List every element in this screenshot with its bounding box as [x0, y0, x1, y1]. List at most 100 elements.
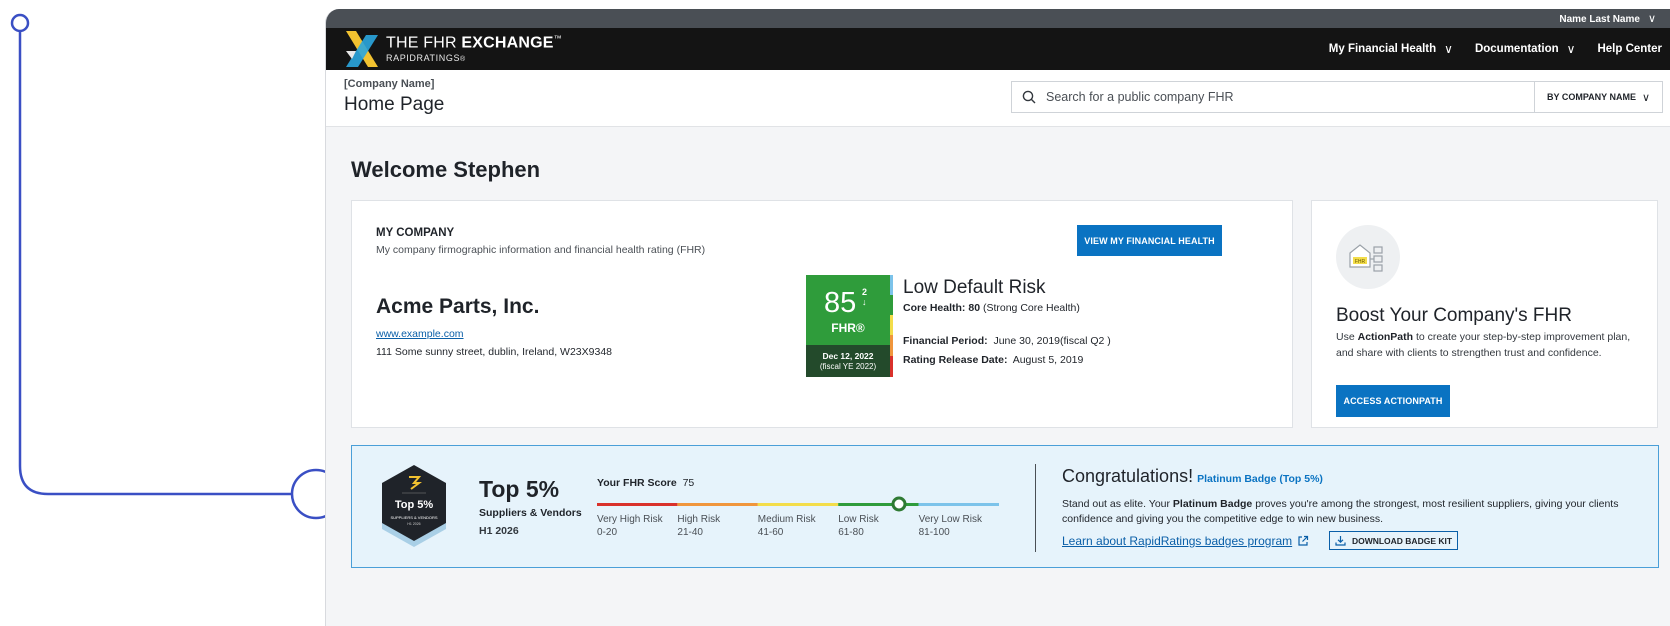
fhr-date: Dec 12, 2022 — [822, 351, 874, 361]
risk-color-bar — [890, 275, 893, 377]
search-by-label: BY COMPANY NAME — [1547, 92, 1637, 102]
download-button-label: DOWNLOAD BADGE KIT — [1351, 535, 1453, 546]
logo-text-bold: EXCHANGE — [461, 34, 554, 52]
risk-band-name: Medium Risk — [757, 514, 816, 525]
chevron-down-icon: ∨ — [1566, 42, 1576, 56]
score-marker — [891, 496, 906, 512]
nav-my-financial-health[interactable]: My Financial Health ∨ — [1329, 42, 1453, 56]
search-bar: BY COMPANY NAME ∨ — [1011, 81, 1663, 113]
risk-segment — [838, 503, 919, 506]
chevron-down-icon: ∨ — [1641, 91, 1650, 104]
risk-level-title: Low Default Risk — [903, 277, 1046, 298]
fhr-fiscal: (fiscal YE 2022) — [819, 361, 877, 371]
risk-band-range: 21-40 — [677, 526, 703, 538]
congrats-title: Congratulations! Platinum Badge (Top 5%) — [1062, 466, 1323, 487]
actionpath-icon-label: FHR — [1355, 259, 1366, 265]
risk-band-name: Very Low Risk — [918, 514, 982, 525]
badge-banner: Top 5% SUPPLIERS & VENDORS H1 2026 Top 5… — [351, 445, 1659, 568]
badge-icon-sub: SUPPLIERS & VENDORS — [390, 515, 437, 520]
financial-period-label: Financial Period: — [903, 335, 988, 347]
release-date-line: Rating Release Date: August 5, 2019 — [903, 354, 1083, 366]
risk-band-name: Low Risk — [838, 514, 879, 525]
risk-segment — [677, 503, 758, 506]
logo-text-prefix: THE FHR — [386, 34, 457, 52]
nav-help-center[interactable]: Help Center — [1597, 43, 1662, 55]
congrats-heading: Congratulations! — [1062, 466, 1194, 486]
divider — [1035, 464, 1036, 552]
chevron-down-icon: ∨ — [1647, 13, 1656, 25]
financial-period-line: Financial Period: June 30, 2019(fiscal Q… — [903, 335, 1111, 347]
annotation-connector — [10, 13, 342, 520]
download-badge-kit-button[interactable]: DOWNLOAD BADGE KIT — [1329, 531, 1458, 550]
fhr-score: 85 — [824, 287, 857, 319]
top-nav: THE FHR EXCHANGE™ RAPIDRATINGS® My Finan… — [326, 28, 1670, 70]
badge-category: Suppliers & Vendors — [479, 507, 582, 519]
risk-band-range: 61-80 — [838, 526, 864, 538]
page-title: Home Page — [344, 94, 445, 115]
arrow-down-icon: ↓ — [862, 297, 867, 307]
fhr-change: 2 — [862, 287, 868, 297]
financial-period-value: June 30, 2019(fiscal Q2 ) — [993, 335, 1111, 347]
learn-badges-link[interactable]: Learn about RapidRatings badges program — [1062, 534, 1309, 548]
external-link-icon — [1298, 535, 1309, 546]
search-icon — [1012, 90, 1046, 104]
badge-period: H1 2026 — [479, 525, 519, 537]
score-value: 75 — [682, 477, 695, 489]
boost-title: Boost Your Company's FHR — [1336, 305, 1572, 326]
risk-scale-label: Medium Risk 41-60 — [758, 514, 816, 539]
risk-scale-label: Very High Risk 0-20 — [597, 514, 663, 539]
user-menu[interactable]: Name Last Name ∨ — [1559, 12, 1656, 25]
my-company-card: MY COMPANY My company firmographic infor… — [351, 200, 1293, 428]
score-label-text: Your FHR Score — [597, 477, 677, 489]
user-name: Name Last Name — [1559, 14, 1640, 25]
card-subtitle: My company firmographic information and … — [376, 244, 706, 256]
learn-link-label: Learn about RapidRatings badges program — [1062, 534, 1293, 548]
search-by-dropdown[interactable]: BY COMPANY NAME ∨ — [1534, 82, 1662, 112]
boost-description: Use ActionPath to create your step-by-st… — [1336, 330, 1636, 362]
risk-scale — [597, 503, 999, 506]
logo-trademark: ™ — [553, 34, 562, 44]
breadcrumb: [Company Name] — [344, 78, 435, 90]
company-website-link[interactable]: www.example.com — [376, 328, 464, 340]
view-my-financial-health-button[interactable]: VIEW MY FINANCIAL HEALTH — [1077, 225, 1222, 256]
risk-band-name: High Risk — [677, 514, 721, 525]
congrats-description: Stand out as elite. Your Platinum Badge … — [1062, 497, 1632, 527]
core-health-line: Core Health: 80 (Strong Core Health) — [903, 302, 1080, 314]
core-health-label: Core Health: — [903, 302, 966, 314]
utility-bar: Name Last Name ∨ — [326, 9, 1670, 28]
risk-scale-label: Very Low Risk 81-100 — [919, 514, 982, 539]
download-icon — [1335, 536, 1346, 546]
release-date-value: August 5, 2019 — [1012, 354, 1084, 366]
risk-band-range: 0-20 — [597, 526, 618, 538]
logo[interactable]: THE FHR EXCHANGE™ RAPIDRATINGS® — [344, 29, 562, 69]
boost-fhr-card: FHR Boost Your Company's FHR Use ActionP… — [1311, 200, 1658, 428]
release-date-label: Rating Release Date: — [903, 354, 1008, 366]
core-health-desc: (Strong Core Health) — [982, 302, 1080, 314]
boost-text-bold: ActionPath — [1357, 331, 1414, 343]
logo-registered: ® — [460, 55, 466, 63]
nav-label: Help Center — [1597, 43, 1662, 55]
fhr-logo-icon — [346, 31, 378, 67]
logo-subtext: RAPIDRATINGS — [386, 52, 461, 63]
fhr-score-tile: 85 2 ↓ FHR® Dec 12, 2022 (fiscal YE 2022… — [806, 275, 893, 377]
card-title: MY COMPANY — [376, 227, 455, 239]
nav-label: Documentation — [1474, 43, 1559, 55]
nav-label: My Financial Health — [1328, 43, 1437, 55]
search-input[interactable] — [1046, 90, 1534, 104]
risk-segment — [918, 503, 999, 506]
risk-band-range: 81-100 — [918, 526, 950, 538]
badge-icon-title: Top 5% — [395, 499, 434, 511]
fhr-score-label: Your FHR Score 75 — [597, 477, 694, 489]
risk-segment — [597, 503, 678, 506]
nav-documentation[interactable]: Documentation ∨ — [1475, 42, 1576, 56]
boost-text-pre: Use — [1336, 331, 1355, 343]
platinum-badge-icon: Top 5% SUPPLIERS & VENDORS H1 2026 — [382, 465, 446, 547]
company-address: 111 Some sunny street, dublin, Ireland, … — [376, 346, 613, 358]
access-actionpath-button[interactable]: ACCESS ACTIONPATH — [1336, 385, 1450, 417]
risk-band-name: Very High Risk — [597, 514, 663, 525]
company-name: Acme Parts, Inc. — [376, 295, 540, 318]
actionpath-icon: FHR — [1336, 225, 1400, 289]
risk-segment — [757, 503, 839, 506]
risk-scale-label: Low Risk 61-80 — [838, 514, 879, 539]
badge-headline: Top 5% — [479, 476, 560, 502]
